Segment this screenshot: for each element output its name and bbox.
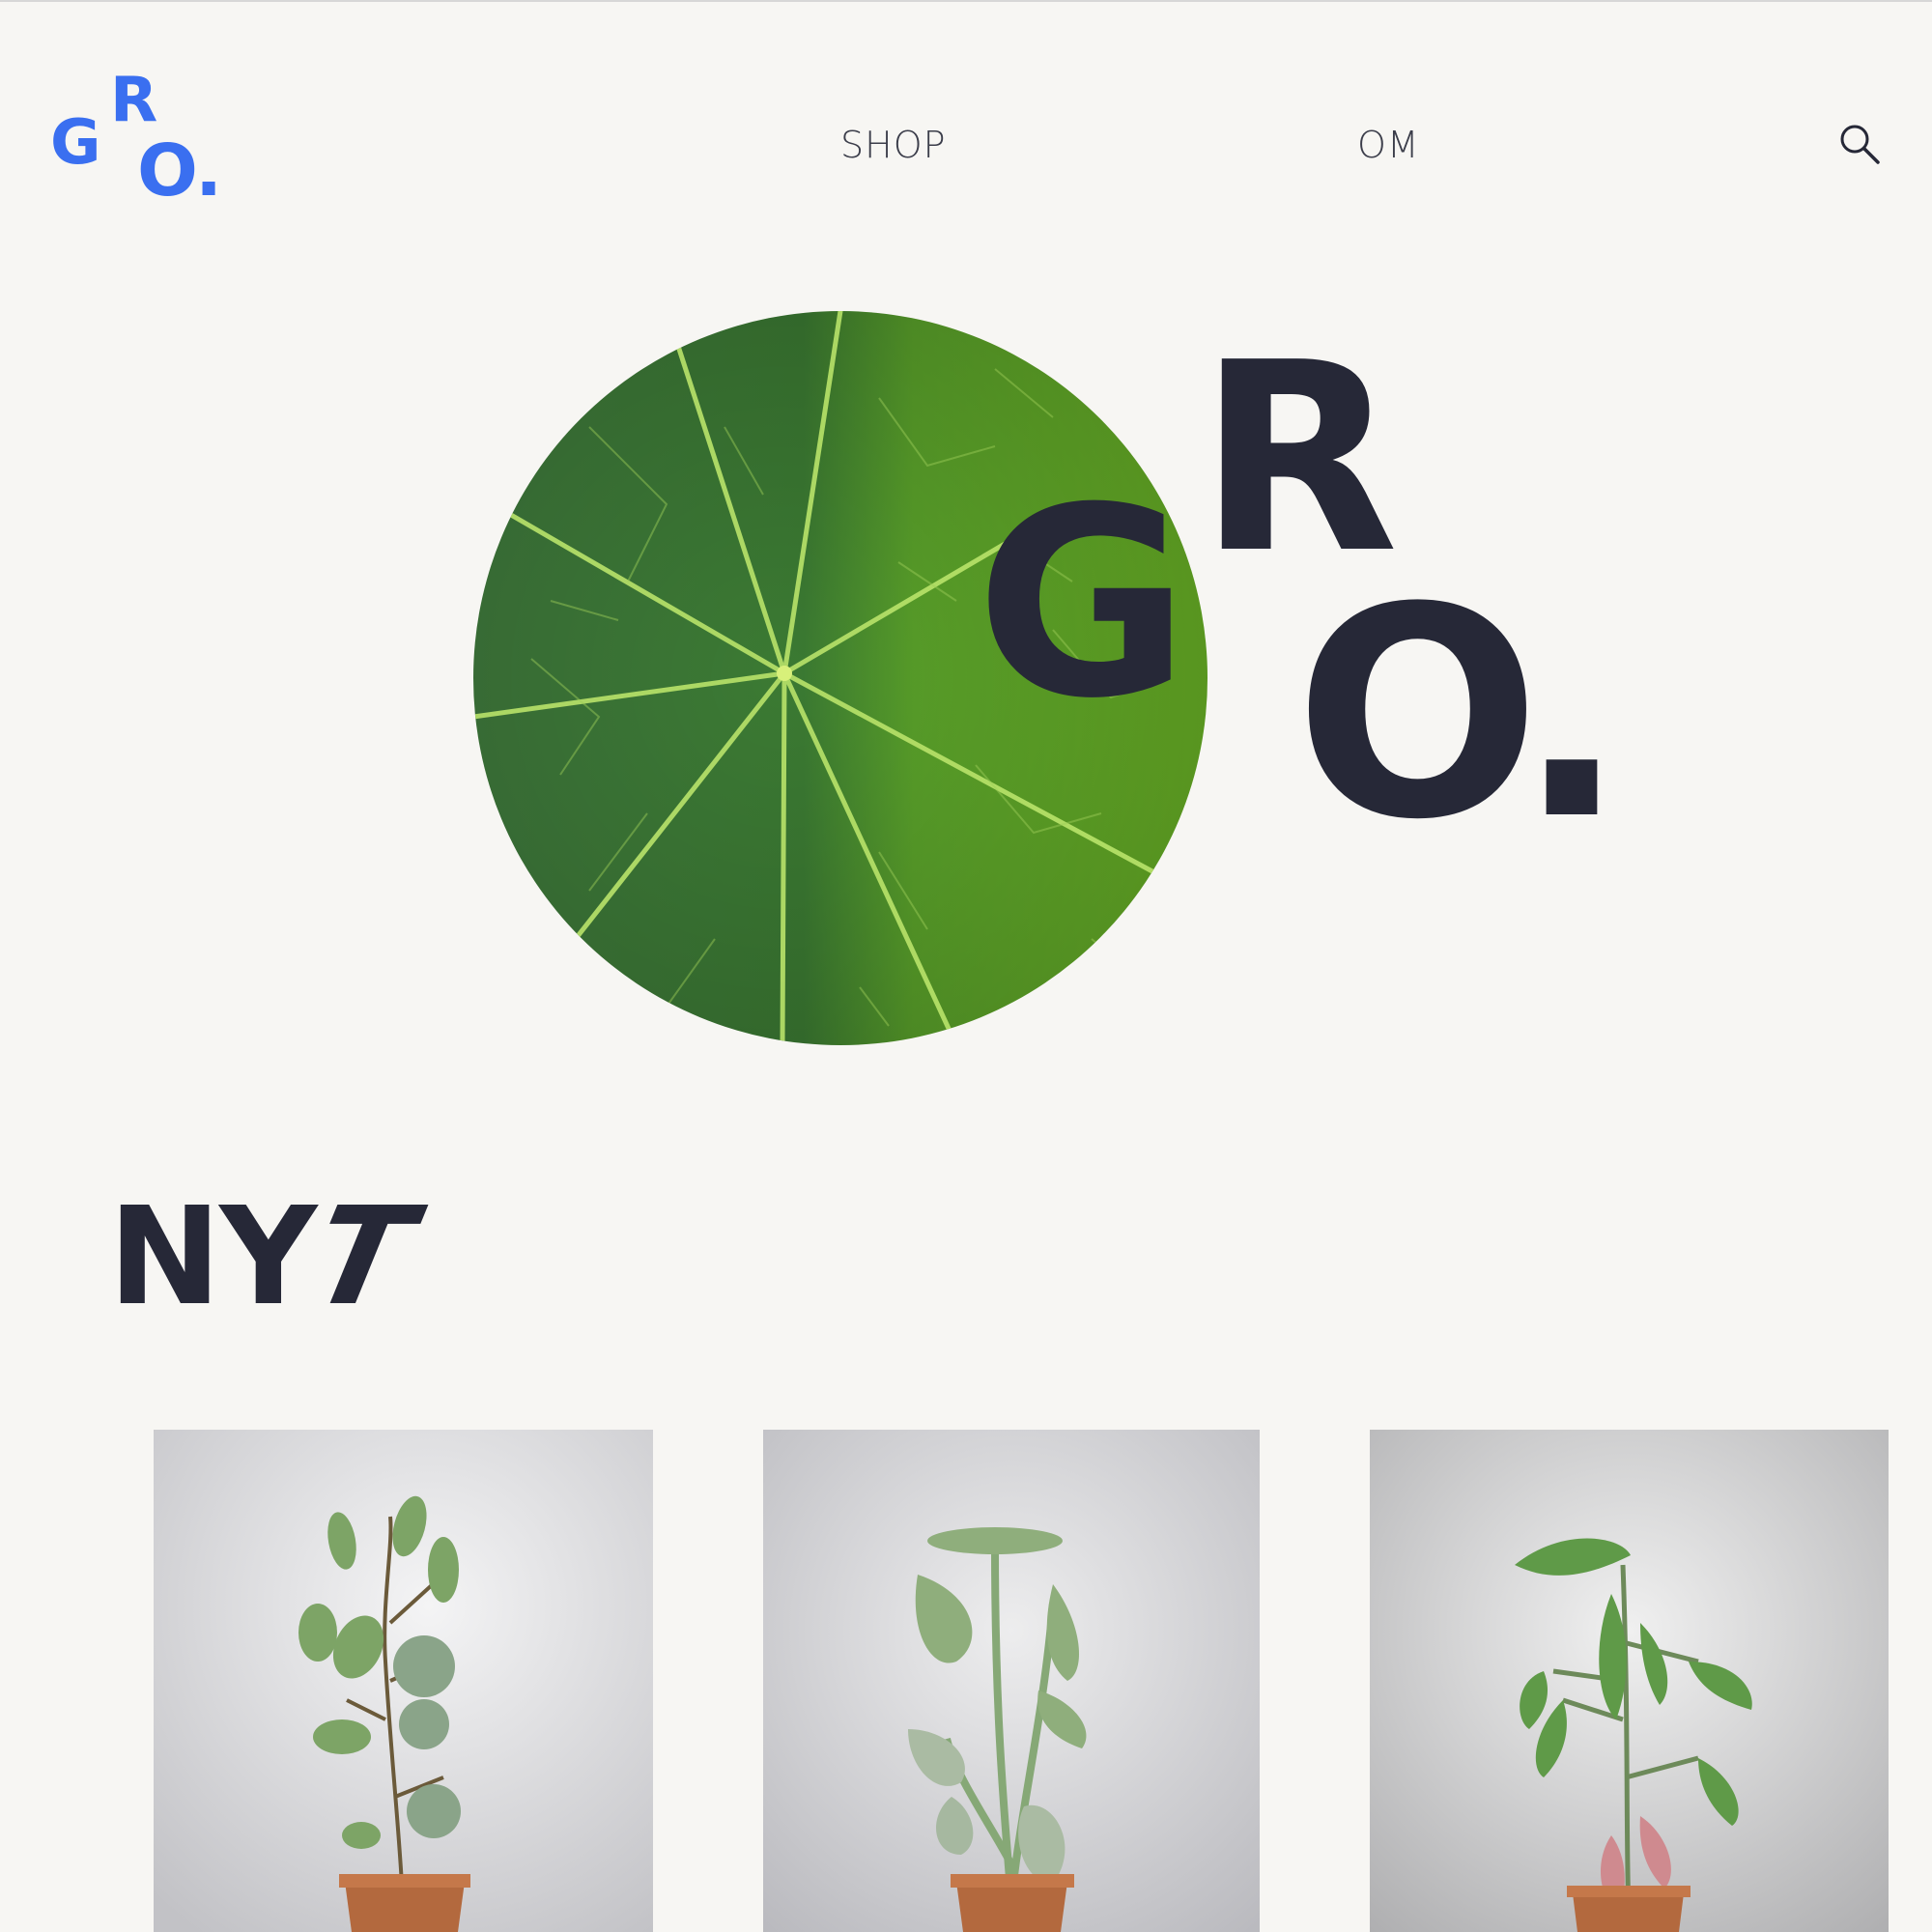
top-border (0, 0, 1932, 2)
hero-letter-o: O (1294, 546, 1542, 883)
logo-letter-o: O (137, 129, 198, 213)
logo-letter-r: R (110, 65, 158, 136)
hero-dot: . (1517, 546, 1627, 883)
nav-shop-link[interactable]: SHOP (840, 124, 947, 166)
alocasia-plant-image (763, 1430, 1260, 1932)
section-title-nyt: NYT (108, 1179, 422, 1336)
product-card-2[interactable] (763, 1430, 1260, 1932)
logo-letter-g: G (50, 107, 101, 179)
philodendron-plant-image (1370, 1430, 1889, 1932)
hero-letter-g: G (976, 451, 1190, 755)
brand-logo[interactable]: G R O . (50, 70, 224, 210)
nav-om-link[interactable]: OM (1357, 124, 1420, 166)
product-card-1[interactable] (154, 1430, 653, 1932)
section-title-main: NY (108, 1179, 318, 1336)
hero-logo: G R O . (976, 328, 1652, 860)
product-card-3[interactable] (1370, 1430, 1889, 1932)
logo-dot: . (195, 129, 223, 213)
pilea-plant-image (154, 1430, 653, 1932)
section-title-accent: T (298, 1179, 423, 1336)
search-icon[interactable] (1835, 120, 1884, 168)
